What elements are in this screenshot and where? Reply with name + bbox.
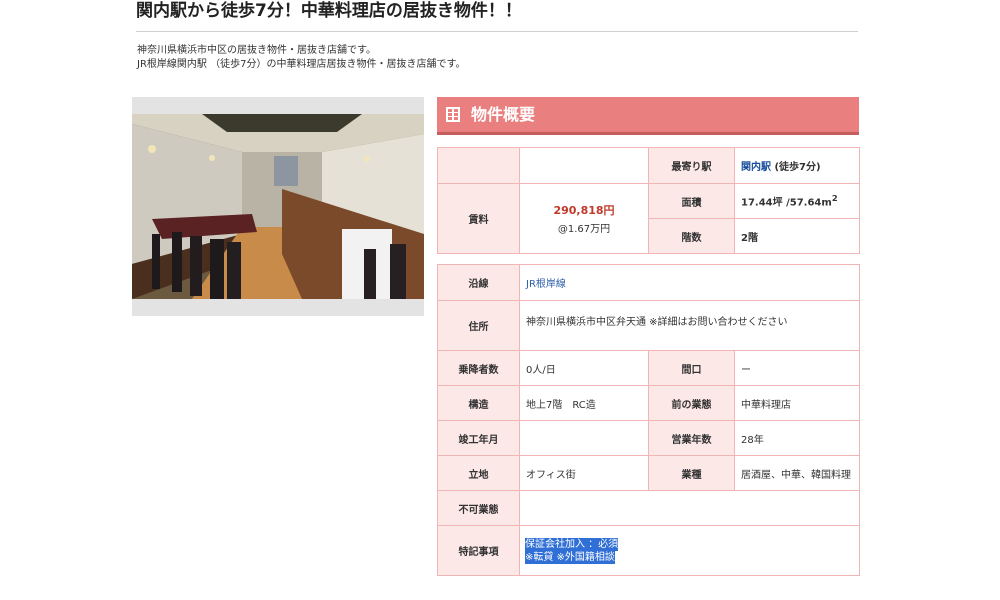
- notes-label: 特記事項: [437, 525, 520, 576]
- prohibited-value: [518, 490, 861, 526]
- rent-label: 賃料: [437, 183, 520, 254]
- years-value: 28年: [733, 420, 861, 456]
- photo-frame: [132, 97, 424, 316]
- description-line: JR根岸線関内駅 （徒歩7分）の中華料理店居抜き物件・居抜き店舗です。: [137, 59, 466, 70]
- grid-icon: [446, 107, 460, 122]
- built-label: 竣工年月: [437, 420, 520, 456]
- location-label: 立地: [437, 455, 520, 491]
- station-walk: (徒歩7分): [771, 162, 821, 173]
- description-line: 神奈川県横浜市中区の居抜き物件・居抜き店舗です。: [137, 45, 376, 56]
- details-table: 沿線 JR根岸線 住所 神奈川県横浜市中区弁天通 ※詳細はお問い合わせください …: [437, 264, 861, 576]
- location-value: オフィス街: [519, 455, 649, 491]
- type-value: 居酒屋、中華、韓国料理: [733, 455, 861, 491]
- area-superscript: 2: [831, 193, 838, 204]
- years-label: 営業年数: [648, 420, 735, 456]
- structure-value: 地上7階 RC造: [519, 385, 649, 421]
- prev-business-label: 前の業態: [648, 385, 735, 421]
- summary-blank-cell: [519, 147, 649, 184]
- frontage-value: ー: [733, 350, 861, 386]
- address-label: 住所: [437, 300, 520, 351]
- structure-label: 構造: [437, 385, 520, 421]
- area-text: 17.44坪 /57.64m: [741, 197, 832, 209]
- section-header: 物件概要: [437, 97, 859, 135]
- rent-value: 290,818円 @1.67万円: [519, 183, 649, 254]
- page-description: 神奈川県横浜市中区の居抜き物件・居抜き店舗です。 JR根岸線関内駅 （徒歩7分）…: [137, 44, 465, 72]
- line-label: 沿線: [437, 264, 520, 301]
- passengers-label: 乗降者数: [437, 350, 520, 386]
- line-link[interactable]: JR根岸線: [526, 279, 566, 290]
- notes-value: 保証会社加入 ：必須 ※転貸 ※外国籍相談: [518, 525, 861, 576]
- passengers-value: 0人/日: [519, 350, 649, 386]
- line-value: JR根岸線: [518, 264, 861, 301]
- floor-label: 階数: [648, 218, 735, 254]
- rent-per-tsubo: @1.67万円: [557, 224, 611, 235]
- type-label: 業種: [648, 455, 735, 491]
- station-link[interactable]: 関内駅: [741, 162, 771, 173]
- prev-business-value: 中華料理店: [733, 385, 861, 421]
- summary-blank-cell: [437, 147, 520, 184]
- floor-value: 2階: [734, 218, 860, 254]
- area-label: 面積: [648, 183, 735, 219]
- area-value: 17.44坪 /57.64m2: [734, 183, 860, 219]
- summary-table: 最寄り駅 関内駅 (徒歩7分) 賃料 290,818円 @1.67万円 面積 1…: [437, 147, 860, 254]
- page-title: 関内駅から徒歩7分！中華料理店の居抜き物件！！: [136, 0, 858, 32]
- section-title: 物件概要: [471, 105, 536, 124]
- station-value: 関内駅 (徒歩7分): [734, 147, 860, 184]
- address-value: 神奈川県横浜市中区弁天通 ※詳細はお問い合わせください: [518, 300, 861, 351]
- rent-price: 290,818円: [553, 204, 615, 217]
- property-photo[interactable]: [132, 114, 424, 299]
- notes-line: ※転貸 ※外国籍相談: [525, 550, 615, 564]
- prohibited-label: 不可業態: [437, 490, 520, 526]
- frontage-label: 間口: [648, 350, 735, 386]
- notes-line: 保証会社加入 ：必須: [525, 537, 619, 551]
- built-value: [519, 420, 649, 456]
- station-label: 最寄り駅: [648, 147, 735, 184]
